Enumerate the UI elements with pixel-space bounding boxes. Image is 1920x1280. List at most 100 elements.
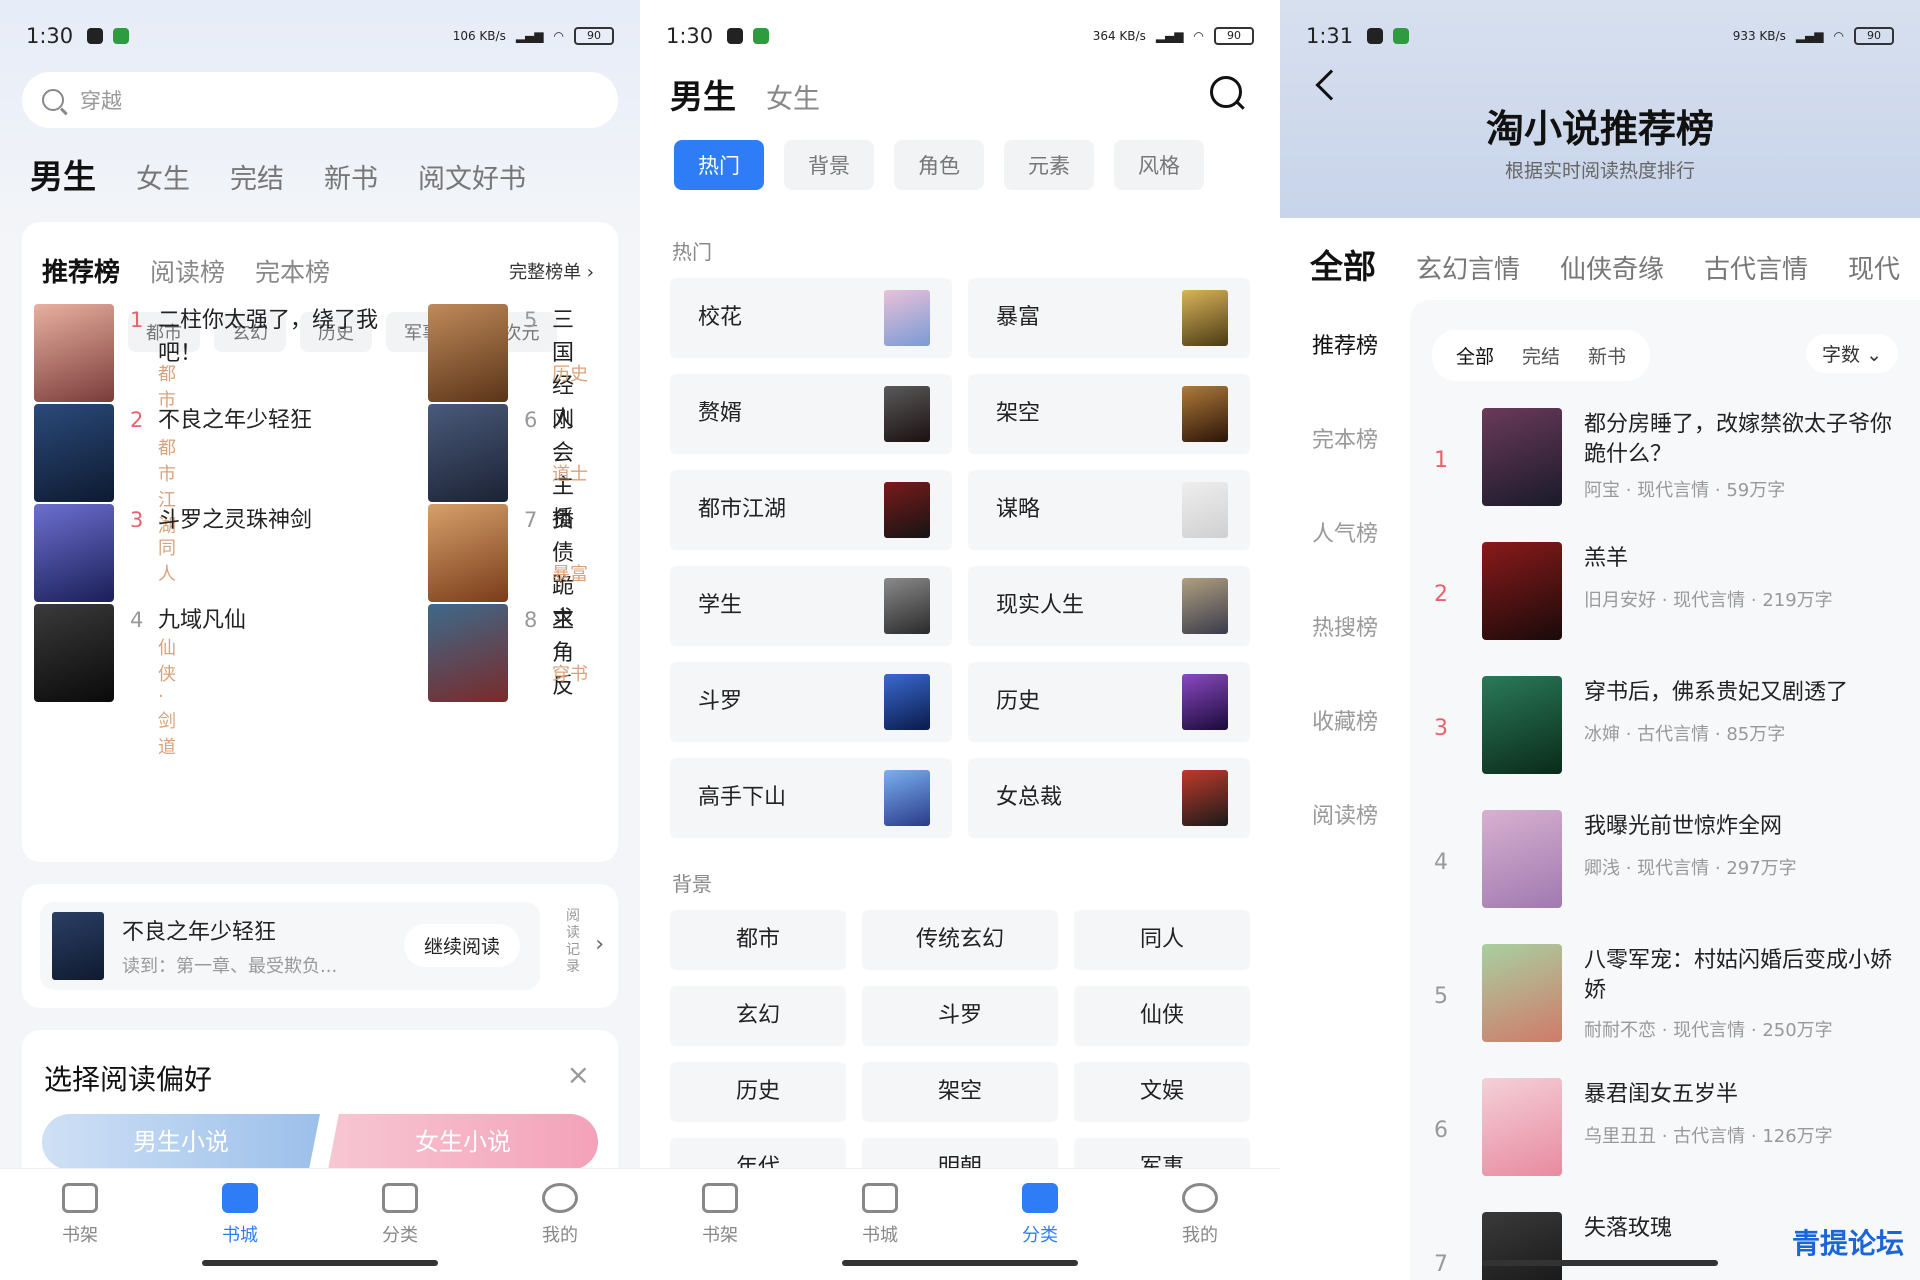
chip-background[interactable]: 背景 [784, 140, 874, 190]
bookshelf-icon [702, 1183, 738, 1213]
book-tag: 穿书 [552, 664, 588, 685]
tab-good-books[interactable]: 阅文好书 [418, 157, 526, 196]
user-icon [542, 1183, 578, 1213]
chip-role[interactable]: 角色 [894, 140, 984, 190]
tab-bookstore[interactable]: 书城 [835, 1183, 925, 1247]
tab-finished[interactable]: 完结 [230, 157, 284, 196]
category-item[interactable]: 斗罗 [670, 662, 952, 742]
watermark: 青提论坛 [1791, 1227, 1904, 1260]
book-cover [34, 604, 114, 702]
tab-mine[interactable]: 我的 [515, 1183, 605, 1247]
tab-recommend-rank[interactable]: 推荐榜 [42, 252, 120, 289]
category-item[interactable]: 仙侠 [1074, 986, 1250, 1046]
category-item[interactable]: 历史 [968, 662, 1250, 742]
list-item[interactable]: 5 八零军宠：村姑闪婚后变成小娇娇 耐耐不恋 · 现代言情 · 250万字 [1410, 944, 1920, 1074]
book-meta: 冰婶 · 古代言情 · 85万字 [1584, 724, 1786, 745]
tab-category[interactable]: 分类 [355, 1183, 445, 1247]
tab-female[interactable]: 女生 [766, 77, 820, 116]
tab-xianxia-romance[interactable]: 仙侠奇缘 [1560, 249, 1664, 286]
tab-ancient-romance[interactable]: 古代言情 [1704, 249, 1808, 286]
status-time: 1:30 [26, 24, 74, 48]
book-title: 暴君闺女五岁半 [1584, 1082, 1739, 1107]
category-item[interactable]: 斗罗 [862, 986, 1058, 1046]
preference-title: 选择阅读偏好 [44, 1063, 213, 1096]
category-screen: 1:30 364 KB/s ▂▄▆ ◠ 90 男生 女生 热门 背景 角色 元素… [640, 0, 1280, 1280]
category-chips: 热门 背景 角色 元素 风格 [674, 140, 1204, 190]
list-item[interactable]: 2 羔羊 旧月安好 · 现代言情 · 219万字 [1410, 542, 1920, 672]
search-icon[interactable] [1210, 76, 1242, 108]
category-item[interactable]: 现实人生 [968, 566, 1250, 646]
chip-hot[interactable]: 热门 [674, 140, 764, 190]
wifi-icon: ◠ [1193, 29, 1204, 43]
category-item[interactable]: 传统玄幻 [862, 910, 1058, 970]
category-item[interactable]: 玄幻 [670, 986, 846, 1046]
tab-category[interactable]: 分类 [995, 1183, 1085, 1247]
category-item[interactable]: 女总裁 [968, 758, 1250, 838]
list-item[interactable]: 4 我曝光前世惊炸全网 卿浅 · 现代言情 · 297万字 [1410, 810, 1920, 940]
category-item[interactable]: 谋略 [968, 470, 1250, 550]
category-item[interactable]: 文娱 [1074, 1062, 1250, 1122]
ranking-card: 推荐榜 阅读榜 完本榜 完整榜单 › 全部 都市 玄幻 历史 军事 N次元 1 … [22, 222, 618, 862]
category-item[interactable]: 暴富 [968, 278, 1250, 358]
ranking-screen: 1:31 933 KB/s ▂▄▆ ◠ 90 淘小说推荐榜 根据实时阅读热度排行… [1280, 0, 1920, 1280]
filter-new[interactable]: 新书 [1578, 338, 1636, 373]
full-list-link[interactable]: 完整榜单 › [509, 258, 594, 284]
category-item[interactable]: 高手下山 [670, 758, 952, 838]
category-item[interactable]: 历史 [670, 1062, 846, 1122]
male-novel-button[interactable]: 男生小说 [42, 1114, 320, 1170]
continue-reading-card[interactable]: 不良之年少轻狂 读到：第一章、最受欺负... 继续阅读 阅读记录 › [22, 884, 618, 1008]
tab-fantasy-romance[interactable]: 玄幻言情 [1416, 249, 1520, 286]
sidebar-item-hot-search[interactable]: 热搜榜 [1280, 582, 1410, 676]
tab-modern[interactable]: 现代 [1848, 249, 1900, 286]
app-icon [1393, 28, 1410, 44]
search-icon [42, 89, 64, 111]
list-item[interactable]: 3 穿书后，佛系贵妃又剧透了 冰婶 · 古代言情 · 85万字 [1410, 676, 1920, 806]
category-item[interactable]: 赘婿 [670, 374, 952, 454]
book-title: 都分房睡了，改嫁禁欲太子爷你跪什么？ [1584, 412, 1893, 467]
tab-read-rank[interactable]: 阅读榜 [150, 253, 225, 289]
tab-bookstore[interactable]: 书城 [195, 1183, 285, 1247]
category-tabs: 全部 玄幻言情 仙侠奇缘 古代言情 现代 [1310, 240, 1900, 288]
sidebar-item-popular[interactable]: 人气榜 [1280, 488, 1410, 582]
tab-all[interactable]: 全部 [1310, 240, 1376, 288]
tab-female[interactable]: 女生 [136, 157, 190, 196]
chevron-right-icon[interactable]: › [595, 932, 604, 957]
status-bar: 1:30 364 KB/s ▂▄▆ ◠ 90 [640, 0, 1280, 72]
tab-complete-rank[interactable]: 完本榜 [255, 253, 330, 289]
list-item[interactable]: 1 都分房睡了，改嫁禁欲太子爷你跪什么？ 阿宝 · 现代言情 · 59万字 [1410, 408, 1920, 538]
category-item[interactable]: 都市 [670, 910, 846, 970]
filter-all[interactable]: 全部 [1446, 338, 1504, 373]
category-item[interactable]: 都市江湖 [670, 470, 952, 550]
filter-finished[interactable]: 完结 [1512, 338, 1570, 373]
book-cover [1482, 810, 1562, 908]
search-input[interactable]: 穿越 [22, 72, 618, 128]
sidebar-item-read[interactable]: 阅读榜 [1280, 770, 1410, 864]
continue-reading-button[interactable]: 继续阅读 [403, 924, 520, 967]
tab-new[interactable]: 新书 [324, 157, 378, 196]
category-item[interactable]: 学生 [670, 566, 952, 646]
home-indicator [842, 1260, 1078, 1266]
category-item[interactable]: 同人 [1074, 910, 1250, 970]
female-novel-button[interactable]: 女生小说 [328, 1114, 598, 1170]
chip-element[interactable]: 元素 [1004, 140, 1094, 190]
rank-number: 5 [1434, 984, 1448, 1009]
close-icon[interactable]: × [567, 1058, 590, 1091]
tab-bookshelf[interactable]: 书架 [35, 1183, 125, 1247]
category-item[interactable]: 架空 [862, 1062, 1058, 1122]
category-item[interactable]: 架空 [968, 374, 1250, 454]
sort-dropdown[interactable]: 字数 ⌄ [1806, 334, 1898, 373]
status-bar: 1:30 106 KB/s ▂▄▆ ◠ 90 [0, 0, 640, 72]
book-meta: 乌里丑丑 · 古代言情 · 126万字 [1584, 1126, 1833, 1147]
tab-bookshelf[interactable]: 书架 [675, 1183, 765, 1247]
tab-male[interactable]: 男生 [670, 70, 736, 118]
reading-history-link[interactable]: 阅读记录 [566, 908, 582, 976]
battery-icon: 90 [1854, 27, 1894, 45]
tab-male[interactable]: 男生 [30, 150, 96, 198]
list-item[interactable]: 6 暴君闺女五岁半 乌里丑丑 · 古代言情 · 126万字 [1410, 1078, 1920, 1208]
category-item[interactable]: 校花 [670, 278, 952, 358]
sidebar-item-complete[interactable]: 完本榜 [1280, 394, 1410, 488]
tab-mine[interactable]: 我的 [1155, 1183, 1245, 1247]
sidebar-item-collect[interactable]: 收藏榜 [1280, 676, 1410, 770]
sidebar-item-recommend[interactable]: 推荐榜 [1280, 300, 1410, 394]
chip-style[interactable]: 风格 [1114, 140, 1204, 190]
